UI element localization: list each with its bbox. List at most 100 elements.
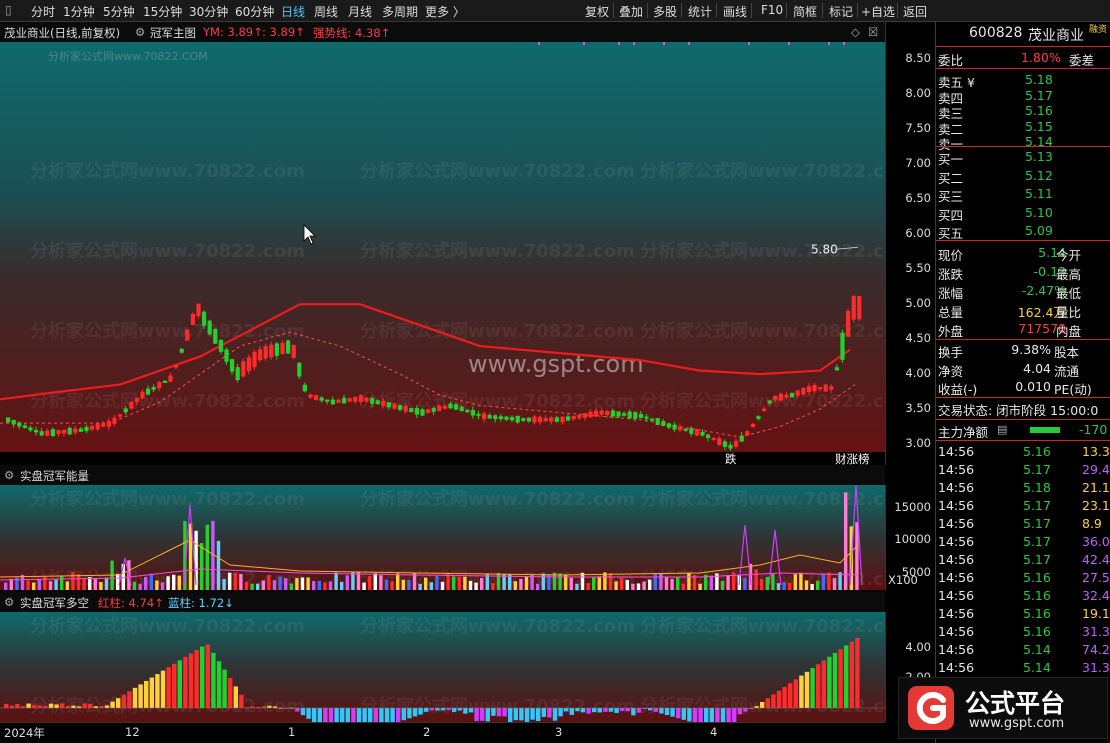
- main-pane-header: 茂业商业(日线,前复权) ⚙ 冠军主图 YM: 3.89↑ : 3.89↑ 强势…: [0, 22, 885, 42]
- energy-bar: [300, 577, 305, 590]
- energy-bar: [452, 576, 456, 590]
- tab-more[interactable]: 更多 〉: [425, 3, 465, 20]
- stat-tail: 内盘: [1056, 324, 1082, 339]
- stat-row: 总量 162.4万 量比: [936, 301, 1110, 320]
- energy-bar: [788, 582, 792, 590]
- energy-bar: [597, 576, 601, 590]
- duokong-bar: [636, 708, 642, 713]
- date-label: 12: [125, 725, 140, 739]
- tick-row: 14:56 5.17 36.0: [936, 533, 1110, 551]
- duokong-bar: [457, 708, 462, 711]
- energy-bar: [160, 582, 165, 590]
- tab-1min[interactable]: 1分钟: [63, 3, 95, 20]
- ym-value: YM: 3.89↑: [203, 25, 263, 39]
- candle-body: [235, 367, 240, 381]
- duokong-bar: [586, 708, 591, 714]
- duokong-bar: [132, 687, 138, 708]
- tab-fenshi[interactable]: 分时: [31, 3, 55, 20]
- tab-15min[interactable]: 15分钟: [143, 3, 182, 20]
- tab-5min[interactable]: 5分钟: [103, 3, 135, 20]
- stat-value: 0.010: [1015, 379, 1051, 394]
- energy-bar: [491, 583, 495, 590]
- gear-icon[interactable]: ⚙: [4, 595, 14, 609]
- tab-weekly[interactable]: 周线: [314, 3, 338, 20]
- duokong-bar: [519, 708, 524, 721]
- gear-icon[interactable]: ⚙: [135, 25, 145, 39]
- tick-row: 14:56 5.14 74.2: [936, 641, 1110, 659]
- stat-label: 涨跌: [938, 267, 964, 282]
- candle-body: [218, 339, 223, 352]
- tongji-button[interactable]: 统计: [688, 3, 712, 20]
- duokong-bar: [362, 708, 367, 722]
- duokong-bar: [653, 708, 658, 712]
- huaxian-button[interactable]: 画线: [723, 3, 747, 20]
- energy-bar: [82, 578, 86, 590]
- duokong-bar: [295, 708, 300, 712]
- candle-body: [73, 428, 78, 433]
- duokong-bar: [552, 708, 558, 721]
- duokong-bar: [82, 703, 87, 708]
- energy-bar: [71, 572, 75, 590]
- candle-body: [706, 434, 711, 439]
- buy-price: 5.11: [1025, 186, 1053, 201]
- back-button[interactable]: 返回: [903, 3, 927, 20]
- duokong-bar: [496, 708, 502, 717]
- svg-text:分析家公式网www.70822.com: 分析家公式网www.70822.com: [640, 615, 885, 637]
- indicator-name[interactable]: 冠军主图: [150, 25, 196, 41]
- tick-time: 14:56: [938, 570, 975, 585]
- duokong-bar: [838, 649, 843, 708]
- tab-30min[interactable]: 30分钟: [189, 3, 228, 20]
- candle-body: [151, 386, 156, 390]
- tab-60min[interactable]: 60分钟: [235, 3, 274, 20]
- energy-bar: [519, 578, 523, 590]
- candle-body: [246, 357, 251, 372]
- energy-bar: [541, 573, 545, 590]
- duokong-bar: [726, 708, 731, 722]
- candle-body: [45, 430, 50, 436]
- duokong-bar: [754, 706, 759, 708]
- energy-bar: [384, 579, 389, 590]
- f10-button[interactable]: F10: [761, 3, 783, 17]
- duokong-chart[interactable]: 分析家公式网www.70822.com 分析家公式网www.70822.com 分析…: [0, 612, 885, 722]
- duokong-bar: [743, 708, 748, 712]
- table-icon: ▤: [997, 423, 1008, 436]
- add-watchlist-button[interactable]: +自选: [861, 3, 895, 20]
- tab-multi-period[interactable]: 多周期: [382, 3, 418, 20]
- duokong-bar: [435, 708, 440, 711]
- energy-bar: [569, 577, 573, 590]
- biaoji-button[interactable]: 标记: [829, 3, 853, 20]
- stat-row: 净资 4.04 流通: [936, 360, 1110, 379]
- duokong-bar: [334, 708, 339, 722]
- energy-chart[interactable]: 分析家公式网www.70822.com 分析家公式网www.70822.com 分析…: [0, 485, 885, 590]
- svg-text:分析家公式网www.70822.com: 分析家公式网www.70822.com: [640, 240, 885, 262]
- second-value: : 3.89↑: [262, 25, 305, 39]
- diamond-icon[interactable]: ◇: [851, 25, 860, 39]
- stat-row: 换手 9.38% 股本: [936, 341, 1110, 360]
- candle-body: [666, 423, 671, 428]
- duogu-button[interactable]: 多股: [653, 3, 677, 20]
- stat-row: 外盘 717570 内盘: [936, 320, 1110, 339]
- duokong-bar: [452, 708, 457, 712]
- gear-icon[interactable]: ⚙: [4, 468, 14, 482]
- fuquan-button[interactable]: 复权: [585, 3, 609, 20]
- energy-bar: [844, 492, 848, 590]
- duokong-bar: [9, 705, 14, 708]
- energy-bar: [312, 581, 316, 590]
- jiankuang-button[interactable]: 简框: [793, 3, 817, 20]
- gspt-logo-icon: [908, 686, 954, 730]
- duokong-bar: [676, 708, 681, 719]
- diejia-button[interactable]: 叠加: [619, 3, 643, 20]
- energy-bar: [295, 578, 299, 590]
- stat-value: 4.04: [1023, 360, 1051, 376]
- main-chart[interactable]: 分析家公式网www.70822.com 分析家公式网www.70822.com 分析…: [0, 42, 885, 472]
- candle-body: [381, 400, 386, 407]
- energy-bar: [580, 572, 585, 590]
- energy-bar: [48, 581, 53, 590]
- candle-body: [269, 344, 274, 358]
- window-icon[interactable]: ▯: [5, 3, 12, 17]
- close-icon[interactable]: ☒: [868, 25, 878, 39]
- energy-bar: [642, 581, 646, 590]
- tab-monthly[interactable]: 月线: [348, 3, 372, 20]
- candle-body: [409, 408, 414, 413]
- tab-daily[interactable]: 日线: [281, 3, 305, 20]
